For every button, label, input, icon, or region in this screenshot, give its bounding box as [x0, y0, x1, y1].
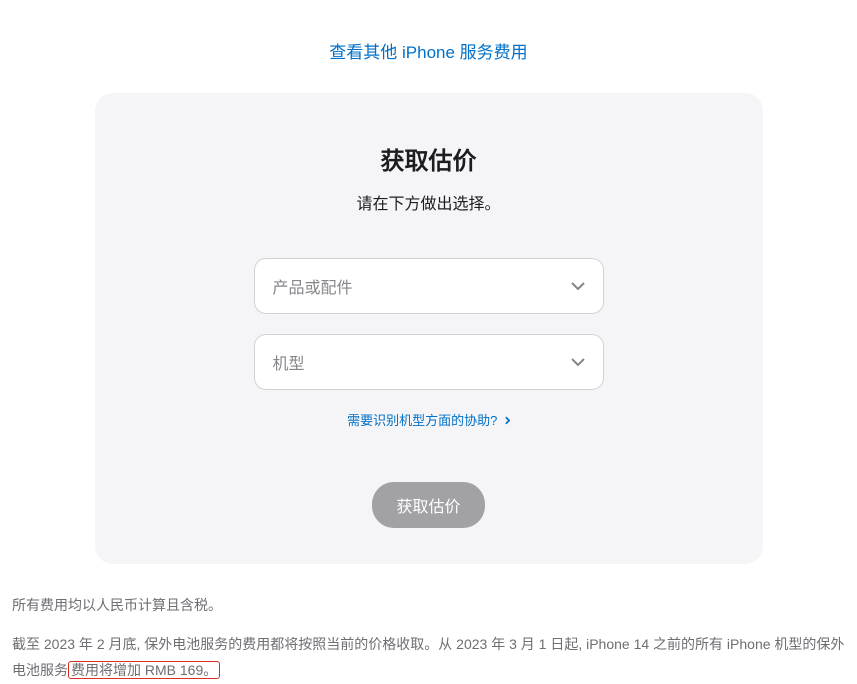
- chevron-down-icon: [571, 353, 585, 371]
- footer-notes: 所有费用均以人民币计算且含税。 截至 2023 年 2 月底, 保外电池服务的费…: [0, 564, 857, 684]
- price-increase-highlight: 费用将增加 RMB 169。: [68, 661, 220, 679]
- chevron-right-icon: [505, 413, 510, 428]
- card-title: 获取估价: [135, 141, 723, 176]
- model-select-placeholder: 机型: [273, 350, 305, 374]
- product-select-placeholder: 产品或配件: [273, 274, 353, 298]
- product-select[interactable]: 产品或配件: [254, 258, 604, 314]
- chevron-down-icon: [571, 277, 585, 295]
- footer-line-2: 截至 2023 年 2 月底, 保外电池服务的费用都将按照当前的价格收取。从 2…: [12, 631, 845, 684]
- card-subtitle: 请在下方做出选择。: [135, 190, 723, 214]
- footer-line-1: 所有费用均以人民币计算且含税。: [12, 592, 845, 619]
- identify-model-help-link[interactable]: 需要识别机型方面的协助?: [347, 413, 510, 428]
- other-services-link[interactable]: 查看其他 iPhone 服务费用: [329, 43, 527, 62]
- model-select-wrap: 机型: [254, 334, 604, 390]
- help-link-container: 需要识别机型方面的协助?: [135, 410, 723, 430]
- get-estimate-button[interactable]: 获取估价: [372, 482, 484, 528]
- estimate-card: 获取估价 请在下方做出选择。 产品或配件 机型 需要识别机型方面的协助? 获取估…: [95, 93, 763, 564]
- product-select-wrap: 产品或配件: [254, 258, 604, 314]
- top-link-container: 查看其他 iPhone 服务费用: [0, 0, 857, 93]
- model-select[interactable]: 机型: [254, 334, 604, 390]
